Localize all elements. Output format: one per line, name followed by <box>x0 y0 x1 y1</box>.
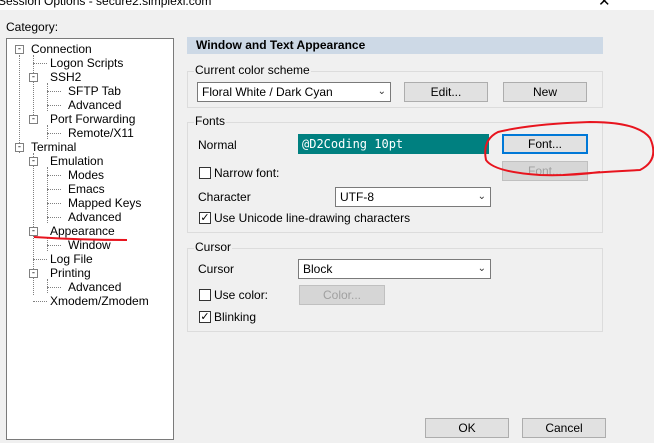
tree-item-logon-scripts[interactable]: Logon Scripts <box>50 56 123 70</box>
tree-connector <box>33 301 47 302</box>
new-scheme-button[interactable]: New <box>503 82 587 102</box>
close-icon[interactable]: ✕ <box>598 0 611 10</box>
use-color-checkbox[interactable] <box>199 289 211 301</box>
tree-connector <box>47 189 61 190</box>
cursor-color-button[interactable]: Color... <box>299 285 385 305</box>
tree-connector <box>47 91 61 92</box>
tree-item-ssh2-advanced[interactable]: Advanced <box>68 98 121 112</box>
tree-item-xmodem-zmodem[interactable]: Xmodem/Zmodem <box>50 294 149 308</box>
fonts-group-label: Fonts <box>194 114 227 128</box>
tree-item-emulation[interactable]: Emulation <box>50 154 103 168</box>
tree-item-port-forwarding[interactable]: Port Forwarding <box>50 112 135 126</box>
character-label: Character <box>198 190 251 204</box>
normal-font-label: Normal <box>198 138 237 152</box>
blinking-checkbox[interactable]: ✓ <box>199 311 211 323</box>
tree-connector <box>47 287 61 288</box>
tree-item-mapped-keys[interactable]: Mapped Keys <box>68 196 141 210</box>
color-scheme-value: Floral White / Dark Cyan <box>202 85 333 99</box>
ok-button[interactable]: OK <box>425 418 509 438</box>
tree-item-modes[interactable]: Modes <box>68 168 104 182</box>
tree-item-sftp-tab[interactable]: SFTP Tab <box>68 84 121 98</box>
tree-connector <box>47 217 61 218</box>
unicode-checkbox[interactable]: ✓ <box>199 212 211 224</box>
category-label: Category: <box>6 20 59 34</box>
tree-item-window[interactable]: Window <box>68 238 111 252</box>
tree-connector <box>33 63 47 64</box>
tree-connector <box>47 245 61 246</box>
tree-connector <box>19 55 20 153</box>
chevron-down-icon: ⌄ <box>477 191 486 202</box>
cursor-label: Cursor <box>198 262 235 276</box>
tree-item-ssh2[interactable]: SSH2 <box>50 70 81 84</box>
color-scheme-group-label: Current color scheme <box>194 63 311 77</box>
tree-item-log-file[interactable]: Log File <box>50 252 93 266</box>
panel-title: Window and Text Appearance <box>187 37 603 54</box>
tree-item-terminal[interactable]: Terminal <box>31 140 76 154</box>
tree-item-emulation-advanced[interactable]: Advanced <box>68 210 121 224</box>
collapse-icon[interactable]: - <box>29 157 38 166</box>
cursor-value: Block <box>303 262 333 276</box>
category-tree[interactable]: - Connection Logon Scripts - SSH2 SFTP T… <box>6 38 174 440</box>
tree-connector <box>47 175 61 176</box>
collapse-icon[interactable]: - <box>29 73 38 82</box>
tree-connector <box>33 259 47 260</box>
cursor-select[interactable]: Block ⌄ <box>298 259 491 279</box>
tree-connector <box>47 105 61 106</box>
collapse-icon[interactable]: - <box>15 45 24 54</box>
tree-item-emacs[interactable]: Emacs <box>68 182 105 196</box>
collapse-icon[interactable]: - <box>29 269 38 278</box>
narrow-font-button[interactable]: Font... <box>502 161 588 181</box>
cancel-button[interactable]: Cancel <box>522 418 606 438</box>
tree-connector <box>47 83 48 111</box>
window-title: Session Options - secure2.simplexi.com <box>0 0 212 8</box>
narrow-font-checkbox[interactable] <box>199 167 211 179</box>
blinking-label: Blinking <box>214 310 257 324</box>
chevron-down-icon: ⌄ <box>477 263 486 274</box>
tree-connector <box>47 237 48 251</box>
tree-item-appearance[interactable]: Appearance <box>50 224 115 238</box>
narrow-font-label: Narrow font: <box>214 166 280 180</box>
tree-connector <box>47 279 48 293</box>
cursor-group-label: Cursor <box>194 240 233 254</box>
character-value: UTF-8 <box>340 190 374 204</box>
character-select[interactable]: UTF-8 ⌄ <box>335 187 491 207</box>
tree-item-connection[interactable]: Connection <box>31 42 92 56</box>
tree-item-printing[interactable]: Printing <box>50 266 91 280</box>
tree-item-printing-advanced[interactable]: Advanced <box>68 280 121 294</box>
normal-font-button[interactable]: Font... <box>502 134 588 154</box>
chevron-down-icon: ⌄ <box>377 86 386 97</box>
color-scheme-select[interactable]: Floral White / Dark Cyan ⌄ <box>197 82 391 102</box>
collapse-icon[interactable]: - <box>29 115 38 124</box>
tree-connector <box>47 203 61 204</box>
unicode-label: Use Unicode line-drawing characters <box>214 211 411 225</box>
tree-item-remote-x11[interactable]: Remote/X11 <box>68 126 134 140</box>
tree-connector <box>33 55 34 123</box>
collapse-icon[interactable]: - <box>15 143 24 152</box>
use-color-label: Use color: <box>214 288 269 302</box>
tree-connector <box>47 125 48 139</box>
normal-font-field: @D2Coding 10pt <box>298 134 489 154</box>
tree-connector <box>47 133 61 134</box>
collapse-icon[interactable]: - <box>29 227 38 236</box>
edit-scheme-button[interactable]: Edit... <box>404 82 488 102</box>
